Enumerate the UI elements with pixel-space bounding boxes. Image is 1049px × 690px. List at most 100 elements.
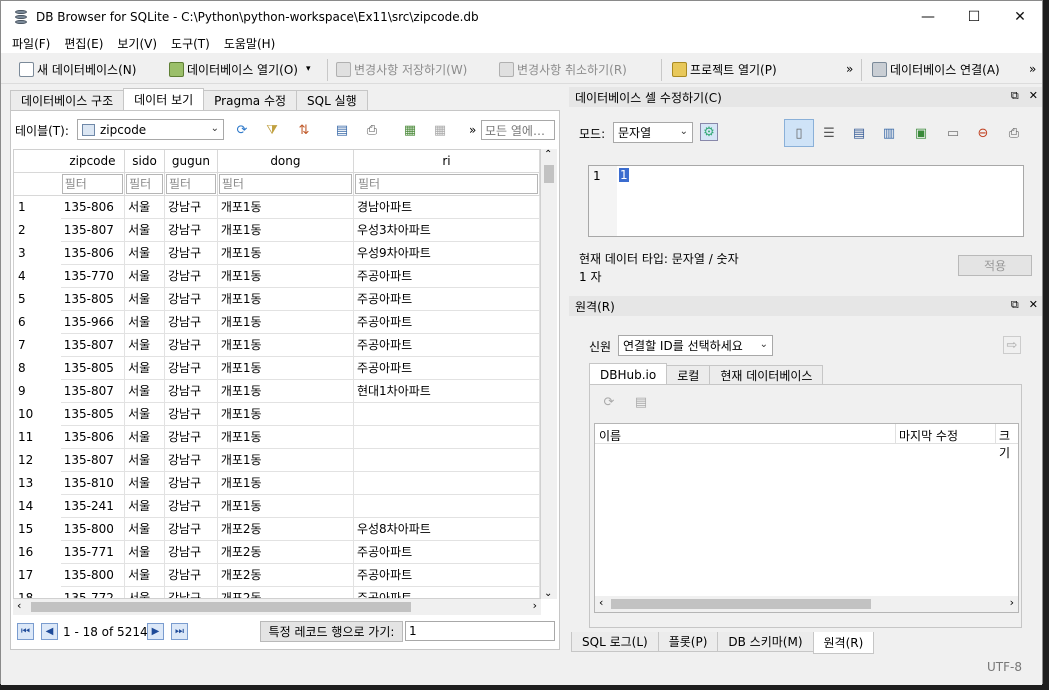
filter-more-icon[interactable]: » bbox=[469, 123, 476, 137]
tab-browse-data[interactable]: 데이터 보기 bbox=[123, 88, 205, 110]
delete-record-icon[interactable]: ▦ bbox=[431, 121, 449, 139]
table-cell-ri[interactable]: 우성3차아파트 bbox=[353, 218, 540, 242]
column-header-name[interactable]: 이름 bbox=[599, 427, 621, 444]
table-cell-zipcode[interactable]: 135-800 bbox=[60, 517, 126, 541]
row-number[interactable]: 11 bbox=[14, 425, 61, 448]
tab-plot[interactable]: 플롯(P) bbox=[657, 632, 719, 652]
table-cell-zipcode[interactable]: 135-966 bbox=[60, 310, 126, 334]
table-row[interactable]: 15 135-800 서울 강남구 개포2동 우성8차아파트 bbox=[14, 517, 540, 541]
table-cell-zipcode[interactable]: 135-806 bbox=[60, 241, 126, 265]
table-cell-gugun[interactable]: 강남구 bbox=[164, 264, 218, 288]
table-cell-sido[interactable]: 서울 bbox=[124, 425, 165, 449]
table-cell-sido[interactable]: 서울 bbox=[124, 218, 165, 242]
table-cell-zipcode[interactable]: 135-805 bbox=[60, 356, 126, 380]
table-row[interactable]: 17 135-800 서울 강남구 개포2동 주공아파트 bbox=[14, 563, 540, 587]
print-icon[interactable]: ⎙ bbox=[363, 121, 381, 139]
column-header-last-modified[interactable]: 마지막 수정 bbox=[895, 424, 958, 444]
filter-all-columns-input[interactable]: 모든 열에… bbox=[481, 120, 555, 140]
table-cell-zipcode[interactable]: 135-800 bbox=[60, 563, 126, 587]
maximize-button[interactable]: ☐ bbox=[951, 1, 997, 33]
row-number[interactable]: 16 bbox=[14, 540, 61, 563]
goto-record-input[interactable]: 1 bbox=[405, 621, 555, 641]
table-row[interactable]: 9 135-807 서울 강남구 개포1동 현대1차아파트 bbox=[14, 379, 540, 403]
menu-help[interactable]: 도움말(H) bbox=[217, 35, 283, 52]
table-cell-ri[interactable]: 주공아파트 bbox=[353, 287, 540, 311]
table-cell-ri[interactable] bbox=[353, 494, 540, 518]
set-null-icon[interactable]: ▣ bbox=[912, 124, 930, 142]
filter-input-sido[interactable]: 필터 bbox=[126, 173, 163, 194]
push-icon[interactable]: ⇨ bbox=[1003, 336, 1021, 354]
scroll-down-icon[interactable]: ⌄ bbox=[544, 588, 552, 599]
tab-database-structure[interactable]: 데이터베이스 구조 bbox=[10, 90, 125, 110]
close-button[interactable]: ✕ bbox=[997, 1, 1043, 33]
table-cell-zipcode[interactable]: 135-770 bbox=[60, 264, 126, 288]
dropdown-arrow-icon[interactable]: ▾ bbox=[306, 64, 311, 74]
row-number[interactable]: 5 bbox=[14, 287, 61, 310]
clear-icon[interactable]: ⊖ bbox=[974, 124, 992, 142]
open-project-button[interactable]: 프로젝트 열기(P) bbox=[672, 59, 777, 79]
table-cell-zipcode[interactable]: 135-807 bbox=[60, 218, 126, 242]
table-row[interactable]: 14 135-241 서울 강남구 개포1동 bbox=[14, 494, 540, 518]
tab-current-database[interactable]: 현재 데이터베이스 bbox=[709, 365, 824, 385]
toolbar-more-1[interactable]: » bbox=[846, 59, 853, 79]
scroll-up-icon[interactable]: ⌃ bbox=[544, 149, 552, 160]
table-cell-dong[interactable]: 개포1동 bbox=[217, 264, 354, 288]
table-row[interactable]: 12 135-807 서울 강남구 개포1동 bbox=[14, 448, 540, 472]
remote-file-list[interactable]: 이름 마지막 수정 크기 ‹ › bbox=[594, 423, 1019, 613]
tab-execute-sql[interactable]: SQL 실행 bbox=[296, 90, 368, 110]
row-number[interactable]: 3 bbox=[14, 241, 61, 264]
table-cell-gugun[interactable]: 강남구 bbox=[164, 494, 218, 518]
table-cell-ri[interactable]: 주공아파트 bbox=[353, 356, 540, 380]
table-cell-ri[interactable]: 주공아파트 bbox=[353, 264, 540, 288]
table-cell-zipcode[interactable]: 135-807 bbox=[60, 379, 126, 403]
table-cell-gugun[interactable]: 강남구 bbox=[164, 287, 218, 311]
table-row[interactable]: 1 135-806 서울 강남구 개포1동 경남아파트 bbox=[14, 195, 540, 219]
tab-remote[interactable]: 원격(R) bbox=[812, 632, 875, 654]
new-database-button[interactable]: 새 데이터베이스(N) bbox=[19, 59, 136, 79]
export-icon[interactable]: ▥ bbox=[880, 124, 898, 142]
table-cell-dong[interactable]: 개포1동 bbox=[217, 287, 354, 311]
table-cell-gugun[interactable]: 강남구 bbox=[164, 241, 218, 265]
table-row[interactable]: 2 135-807 서울 강남구 개포1동 우성3차아파트 bbox=[14, 218, 540, 242]
table-cell-gugun[interactable]: 강남구 bbox=[164, 563, 218, 587]
table-cell-ri[interactable]: 주공아파트 bbox=[353, 540, 540, 564]
minimize-button[interactable]: — bbox=[905, 1, 951, 33]
table-cell-sido[interactable]: 서울 bbox=[124, 402, 165, 426]
table-cell-dong[interactable]: 개포1동 bbox=[217, 310, 354, 334]
table-cell-ri[interactable] bbox=[353, 471, 540, 495]
table-cell-dong[interactable]: 개포1동 bbox=[217, 356, 354, 380]
row-number[interactable]: 12 bbox=[14, 448, 61, 471]
table-row[interactable]: 10 135-805 서울 강남구 개포1동 bbox=[14, 402, 540, 426]
table-cell-dong[interactable]: 개포1동 bbox=[217, 402, 354, 426]
table-cell-sido[interactable]: 서울 bbox=[124, 517, 165, 541]
tab-edit-pragmas[interactable]: Pragma 수정 bbox=[203, 90, 298, 110]
tab-db-schema[interactable]: DB 스키마(M) bbox=[717, 632, 814, 652]
row-number[interactable]: 6 bbox=[14, 310, 61, 333]
table-cell-gugun[interactable]: 강남구 bbox=[164, 517, 218, 541]
table-cell-gugun[interactable]: 강남구 bbox=[164, 379, 218, 403]
table-cell-zipcode[interactable]: 135-810 bbox=[60, 471, 126, 495]
column-header-zipcode[interactable]: zipcode bbox=[60, 150, 126, 173]
table-cell-gugun[interactable]: 강남구 bbox=[164, 310, 218, 334]
row-number[interactable]: 18 bbox=[14, 586, 61, 599]
table-cell-sido[interactable]: 서울 bbox=[124, 448, 165, 472]
save-table-icon[interactable]: ▤ bbox=[333, 121, 351, 139]
table-cell-dong[interactable]: 개포1동 bbox=[217, 448, 354, 472]
row-number[interactable]: 7 bbox=[14, 333, 61, 356]
float-icon[interactable]: ⧉ bbox=[1011, 89, 1019, 103]
remote-horizontal-scrollbar[interactable]: ‹ › bbox=[595, 596, 1018, 612]
menu-edit[interactable]: 편집(E) bbox=[57, 35, 110, 52]
table-cell-sido[interactable]: 서울 bbox=[124, 241, 165, 265]
attach-database-button[interactable]: 데이터베이스 연결(A) bbox=[872, 59, 1000, 79]
table-cell-zipcode[interactable]: 135-771 bbox=[60, 540, 126, 564]
table-cell-ri[interactable] bbox=[353, 425, 540, 449]
next-record-icon[interactable]: ▶ bbox=[147, 623, 164, 640]
table-cell-sido[interactable]: 서울 bbox=[124, 333, 165, 357]
menu-view[interactable]: 보기(V) bbox=[110, 35, 164, 52]
table-cell-sido[interactable]: 서울 bbox=[124, 195, 165, 219]
table-cell-sido[interactable]: 서울 bbox=[124, 287, 165, 311]
table-select[interactable]: zipcode ⌄ bbox=[77, 119, 224, 140]
table-cell-sido[interactable]: 서울 bbox=[124, 356, 165, 380]
table-cell-zipcode[interactable]: 135-806 bbox=[60, 425, 126, 449]
apply-button[interactable]: 적용 bbox=[958, 255, 1032, 276]
